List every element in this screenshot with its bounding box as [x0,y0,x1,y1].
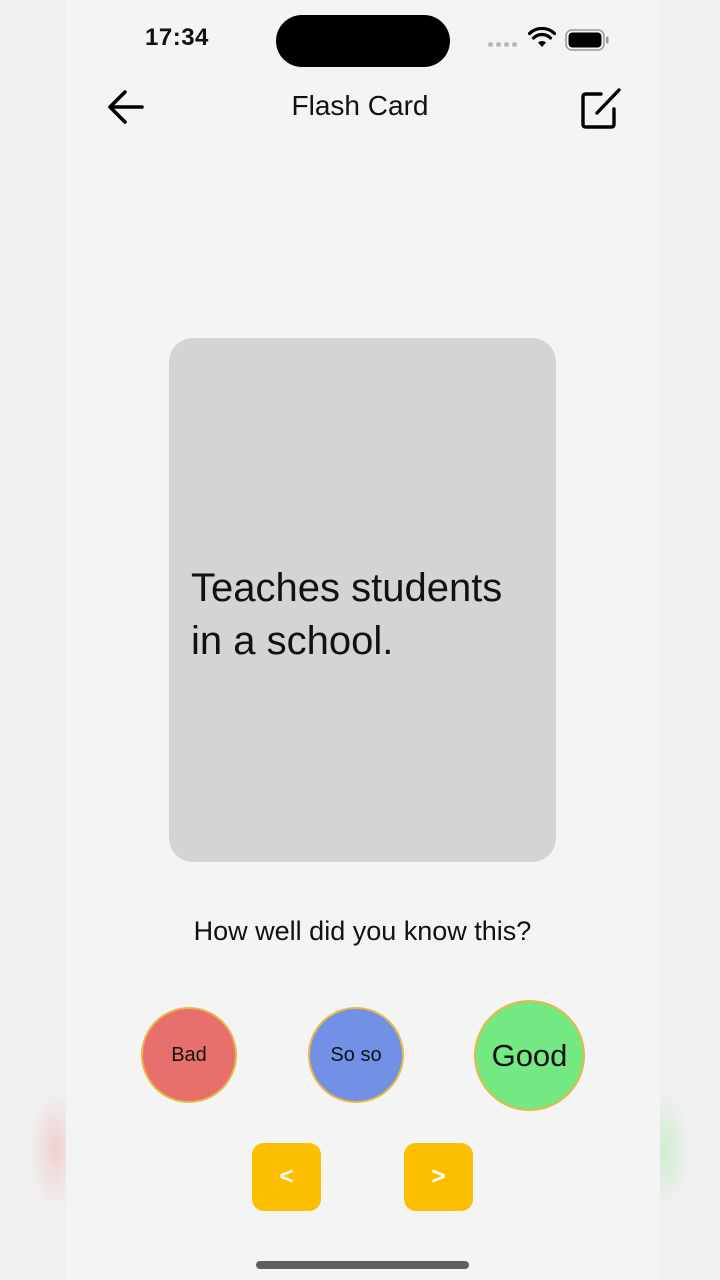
good-button-label: Good [491,1037,568,1073]
bad-button-label: Bad [171,1043,207,1066]
background-edge-left [0,0,66,1280]
battery-icon [565,29,609,51]
edit-square-icon [581,88,621,129]
good-button[interactable]: Good [474,1000,585,1111]
so-so-button-label: So so [330,1043,382,1066]
bad-button[interactable]: Bad [141,1007,237,1103]
flash-card[interactable]: Teaches students in a school. [169,338,556,862]
next-card-button[interactable]: > [404,1143,473,1211]
previous-card-label: < [279,1163,294,1190]
home-indicator[interactable] [256,1261,469,1269]
so-so-button[interactable]: So so [308,1007,404,1103]
dynamic-island [276,15,450,67]
screen: 17:34 Flash Card Teaches students in a s… [0,0,720,1280]
cellular-signal-icon [488,42,517,47]
status-time: 17:34 [145,24,209,51]
next-card-label: > [431,1163,446,1190]
wifi-icon [528,27,556,47]
edit-button[interactable] [574,82,626,134]
card-text: Teaches students in a school. [191,566,503,663]
background-edge-right [654,0,720,1280]
previous-card-button[interactable]: < [252,1143,321,1211]
rating-question: How well did you know this? [193,916,532,946]
